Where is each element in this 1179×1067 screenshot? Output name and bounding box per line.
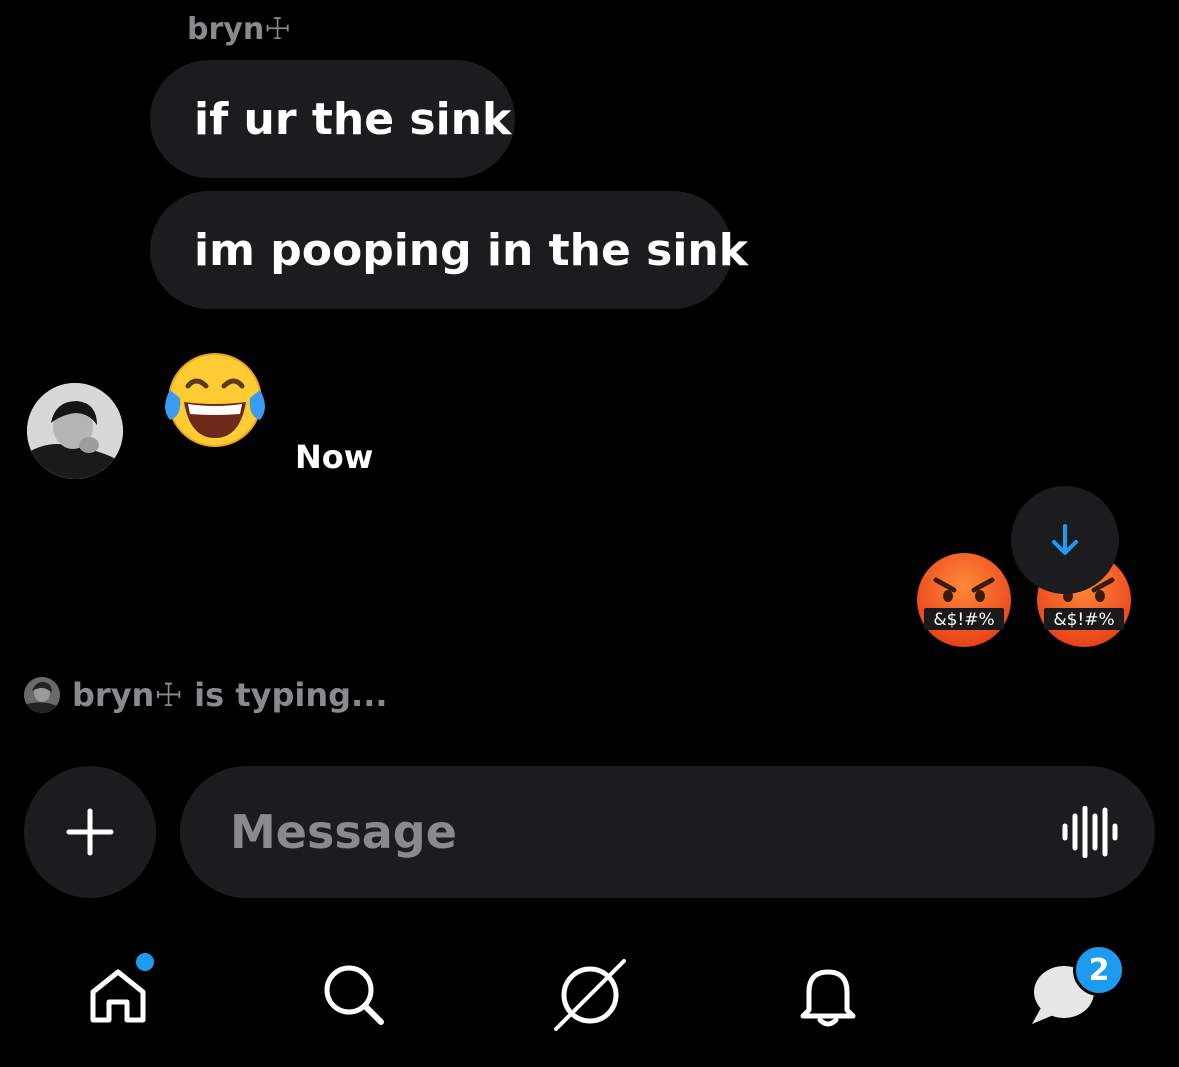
typing-text: bryn☩ is typing... [72,676,388,714]
message-text: if ur the sink [194,93,512,145]
arrow-down-icon [1052,524,1078,555]
notifications-icon [800,969,856,1027]
search-icon [324,965,384,1025]
message-bubble[interactable]: if ur the sink [150,60,515,178]
message-field[interactable] [180,766,1155,898]
face-with-symbols-on-mouth-icon[interactable]: &$!#% [914,550,1014,650]
message-text: im pooping in the sink [194,224,749,276]
symbols-text: &$!#% [1053,610,1114,630]
message-input[interactable] [228,804,1012,860]
home-notification-dot [133,950,157,974]
explore-icon [554,959,626,1031]
messages-badge: 2 [1073,944,1125,996]
typing-indicator: bryn☩ is typing... [24,676,388,714]
avatar-photo [27,383,123,479]
waveform-icon[interactable] [1061,805,1119,862]
typing-avatar [24,677,60,713]
message-timestamp: Now [295,438,374,476]
tab-explore[interactable] [550,955,630,1035]
plus-icon [66,808,114,856]
avatar[interactable] [27,383,123,479]
sender-name: bryn☩ [187,12,292,47]
tab-notifications[interactable] [788,955,868,1035]
message-bubble[interactable]: im pooping in the sink [150,191,748,309]
face-with-tears-of-joy-icon[interactable] [160,350,270,450]
symbols-text: &$!#% [933,610,994,630]
add-attachment-button[interactable] [24,766,156,898]
scroll-to-bottom-button[interactable] [1011,486,1119,594]
tab-search[interactable] [314,955,394,1035]
